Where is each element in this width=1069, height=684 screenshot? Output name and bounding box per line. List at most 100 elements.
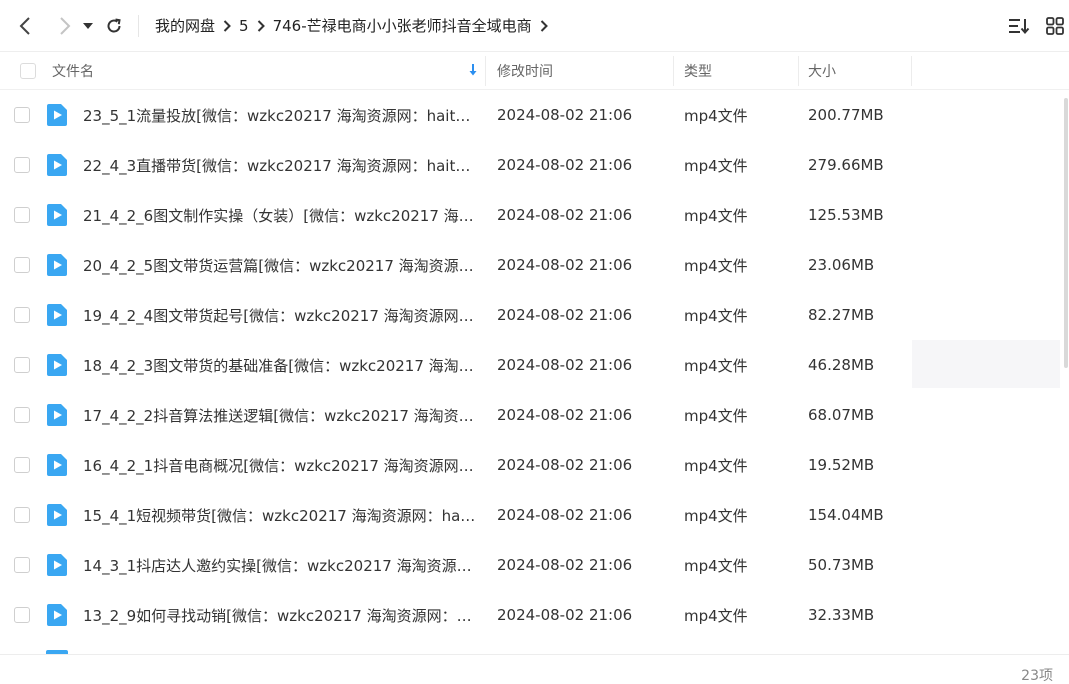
file-size: 50.73MB <box>808 556 875 574</box>
row-checkbox[interactable] <box>14 557 30 573</box>
file-name-cell: 18_4_2_3图文带货的基础准备[微信：wzkc20217 海淘… <box>46 340 486 390</box>
file-size-cell: 154.04MB <box>799 490 919 540</box>
table-row[interactable]: 21_4_2_6图文制作实操（女装）[微信：wzkc20217 海… 2024-0… <box>0 190 1069 240</box>
row-checkbox-cell <box>0 340 46 390</box>
file-name-cell: 15_4_1短视频带货[微信：wzkc20217 海淘资源网：hait… <box>46 490 486 540</box>
modified-time: 2024-08-02 21:06 <box>497 606 633 624</box>
column-header-name[interactable]: 文件名 <box>46 52 486 90</box>
row-checkbox[interactable] <box>14 207 30 223</box>
file-size-cell: 82.27MB <box>799 290 919 340</box>
row-checkbox[interactable] <box>14 607 30 623</box>
modified-time: 2024-08-02 21:06 <box>497 206 633 224</box>
breadcrumb-item-current[interactable]: 746-芒禄电商小小张老师抖音全域电商 <box>271 15 534 36</box>
row-checkbox-cell <box>0 90 46 140</box>
breadcrumb-chevron-icon <box>217 19 237 32</box>
column-header-size[interactable]: 大小 <box>799 52 912 90</box>
chevron-right-icon <box>60 16 71 35</box>
modified-time-cell: 2024-08-02 21:06 <box>486 190 674 240</box>
row-checkbox[interactable] <box>14 507 30 523</box>
file-name[interactable]: 18_4_2_3图文带货的基础准备[微信：wzkc20217 海淘… <box>83 355 474 376</box>
file-type-cell: mp4文件 <box>674 240 799 290</box>
file-size: 125.53MB <box>808 206 884 224</box>
file-type: mp4文件 <box>684 356 748 375</box>
row-checkbox[interactable] <box>14 257 30 273</box>
file-name[interactable]: 17_4_2_2抖音算法推送逻辑[微信：wzkc20217 海淘资… <box>83 405 474 426</box>
row-checkbox-cell <box>0 140 46 190</box>
file-name[interactable]: 15_4_1短视频带货[微信：wzkc20217 海淘资源网：hait… <box>83 505 478 526</box>
row-checkbox-cell <box>0 540 46 590</box>
row-checkbox[interactable] <box>14 157 30 173</box>
toolbar-divider <box>138 14 139 37</box>
file-type-cell: mp4文件 <box>674 490 799 540</box>
table-row[interactable]: 15_4_1短视频带货[微信：wzkc20217 海淘资源网：hait… 2024… <box>0 490 1069 540</box>
file-type: mp4文件 <box>684 306 748 325</box>
row-checkbox[interactable] <box>14 357 30 373</box>
forward-button[interactable] <box>52 14 76 38</box>
column-header-type[interactable]: 类型 <box>674 52 799 90</box>
scrollbar-thumb[interactable] <box>1064 98 1068 368</box>
video-file-icon <box>47 304 67 326</box>
file-size: 23.06MB <box>808 256 875 274</box>
table-row[interactable]: 17_4_2_2抖音算法推送逻辑[微信：wzkc20217 海淘资… 2024-0… <box>0 390 1069 440</box>
row-checkbox-cell <box>0 440 46 490</box>
view-mode-button[interactable] <box>1043 14 1067 38</box>
select-all-checkbox[interactable] <box>20 62 36 79</box>
video-file-icon <box>47 604 67 626</box>
breadcrumb-item-folder[interactable]: 5 <box>237 17 251 35</box>
chevron-left-icon <box>19 16 30 35</box>
table-row[interactable]: 20_4_2_5图文带货运营篇[微信：wzkc20217 海淘资源… 2024-0… <box>0 240 1069 290</box>
row-checkbox-cell <box>0 490 46 540</box>
file-size-cell: 50.73MB <box>799 540 919 590</box>
video-file-icon <box>47 404 67 426</box>
file-type-cell: mp4文件 <box>674 340 799 390</box>
refresh-icon <box>107 18 121 32</box>
scrollbar[interactable] <box>1063 96 1069 642</box>
file-name[interactable]: 19_4_2_4图文带货起号[微信：wzkc20217 海淘资源网… <box>83 305 474 326</box>
file-type-cell: mp4文件 <box>674 290 799 340</box>
modified-time: 2024-08-02 21:06 <box>497 356 633 374</box>
refresh-button[interactable] <box>102 14 126 38</box>
file-name[interactable]: 16_4_2_1抖音电商概况[微信：wzkc20217 海淘资源网… <box>83 455 474 476</box>
sort-button[interactable] <box>1007 14 1031 38</box>
file-name[interactable]: 20_4_2_5图文带货运营篇[微信：wzkc20217 海淘资源… <box>83 255 474 276</box>
table-row[interactable]: 16_4_2_1抖音电商概况[微信：wzkc20217 海淘资源网… 2024-0… <box>0 440 1069 490</box>
column-header-size-label: 大小 <box>808 63 836 80</box>
row-checkbox[interactable] <box>14 107 30 123</box>
video-file-icon <box>47 154 67 176</box>
table-row[interactable]: 23_5_1流量投放[微信：wzkc20217 海淘资源网：haitao… 202… <box>0 90 1069 140</box>
column-header-time[interactable]: 修改时间 <box>486 52 674 90</box>
row-checkbox[interactable] <box>14 307 30 323</box>
file-type-cell: mp4文件 <box>674 190 799 240</box>
breadcrumb-item-root[interactable]: 我的网盘 <box>153 15 217 36</box>
video-file-icon <box>47 504 67 526</box>
table-row[interactable]: 22_4_3直播带货[微信：wzkc20217 海淘资源网：haitao… 202… <box>0 140 1069 190</box>
file-name[interactable]: 23_5_1流量投放[微信：wzkc20217 海淘资源网：haitao… <box>83 105 478 126</box>
modified-time-cell: 2024-08-02 21:06 <box>486 290 674 340</box>
table-row[interactable]: 13_2_9如何寻找动销[微信：wzkc20217 海淘资源网：h… 2024-0… <box>0 590 1069 640</box>
row-checkbox[interactable] <box>14 407 30 423</box>
table-row[interactable]: 18_4_2_3图文带货的基础准备[微信：wzkc20217 海淘… 2024-0… <box>0 340 1069 390</box>
file-name-cell: 22_4_3直播带货[微信：wzkc20217 海淘资源网：haitao… <box>46 140 486 190</box>
file-type: mp4文件 <box>684 406 748 425</box>
file-name-cell: 20_4_2_5图文带货运营篇[微信：wzkc20217 海淘资源… <box>46 240 486 290</box>
file-name[interactable]: 14_3_1抖店达人邀约实操[微信：wzkc20217 海淘资源网… <box>83 555 478 576</box>
file-name[interactable]: 22_4_3直播带货[微信：wzkc20217 海淘资源网：haitao… <box>83 155 478 176</box>
file-name[interactable]: 13_2_9如何寻找动销[微信：wzkc20217 海淘资源网：h… <box>83 605 478 626</box>
table-row[interactable]: 14_3_1抖店达人邀约实操[微信：wzkc20217 海淘资源网… 2024-0… <box>0 540 1069 590</box>
file-type-cell: mp4文件 <box>674 90 799 140</box>
row-checkbox[interactable] <box>14 457 30 473</box>
modified-time-cell: 2024-08-02 21:06 <box>486 240 674 290</box>
modified-time: 2024-08-02 21:06 <box>497 106 633 124</box>
modified-time: 2024-08-02 21:06 <box>497 256 633 274</box>
table-header: 文件名 修改时间 类型 大小 <box>0 52 1069 90</box>
history-dropdown-button[interactable] <box>80 14 96 38</box>
table-row[interactable]: 19_4_2_4图文带货起号[微信：wzkc20217 海淘资源网… 2024-0… <box>0 290 1069 340</box>
file-name[interactable]: 21_4_2_6图文制作实操（女装）[微信：wzkc20217 海… <box>83 205 474 226</box>
back-button[interactable] <box>14 14 38 38</box>
file-size-cell: 23.06MB <box>799 240 919 290</box>
select-all-cell <box>0 52 46 90</box>
file-size-cell: 19.52MB <box>799 440 919 490</box>
file-type: mp4文件 <box>684 506 748 525</box>
file-size: 19.52MB <box>808 456 875 474</box>
row-checkbox-cell <box>0 240 46 290</box>
